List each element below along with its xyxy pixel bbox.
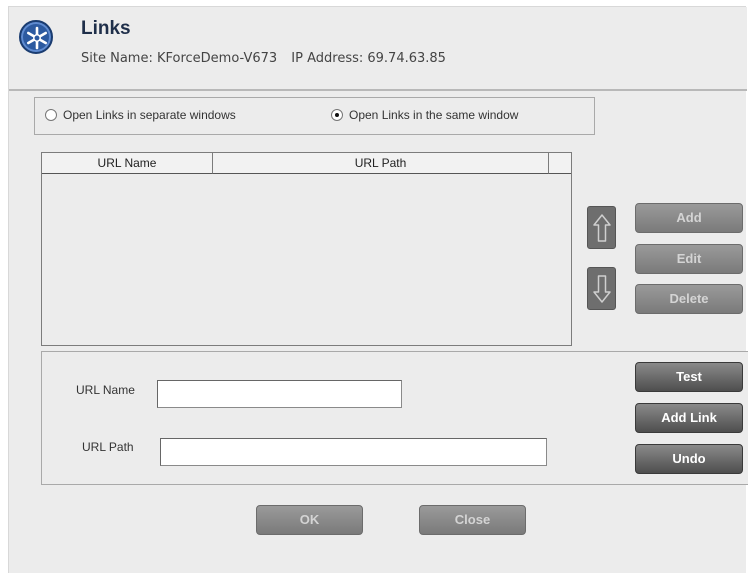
- page-title: Links: [81, 18, 131, 39]
- radio-circle[interactable]: [45, 109, 57, 121]
- column-header-url-name[interactable]: URL Name: [42, 153, 213, 174]
- move-up-button[interactable]: [587, 206, 616, 249]
- url-name-field[interactable]: [157, 380, 402, 408]
- site-name-text: Site Name: KForceDemo-V673: [81, 51, 278, 66]
- arrow-down-icon: [593, 275, 611, 303]
- add-link-button[interactable]: Add Link: [635, 403, 743, 433]
- radio-separate-windows-label: Open Links in separate windows: [63, 108, 236, 122]
- dialog-header: Links Site Name: KForceDemo-V673 IP Addr…: [9, 7, 747, 91]
- radio-same-window[interactable]: Open Links in the same window: [331, 108, 518, 122]
- undo-button[interactable]: Undo: [635, 444, 743, 474]
- delete-button[interactable]: Delete: [635, 284, 743, 314]
- radio-same-window-label: Open Links in the same window: [349, 108, 519, 122]
- edit-button[interactable]: Edit: [635, 244, 743, 274]
- move-down-button[interactable]: [587, 267, 616, 310]
- add-button[interactable]: Add: [635, 203, 743, 233]
- radio-separate-windows[interactable]: Open Links in separate windows: [45, 108, 236, 122]
- url-path-field[interactable]: [160, 438, 547, 466]
- ip-address-text: IP Address: 69.74.63.85: [291, 51, 446, 66]
- table-body[interactable]: [42, 176, 571, 345]
- site-info: Site Name: KForceDemo-V673 IP Address: 6…: [81, 51, 456, 66]
- arrow-up-icon: [593, 214, 611, 242]
- column-header-url-path[interactable]: URL Path: [213, 153, 549, 174]
- close-button[interactable]: Close: [419, 505, 526, 535]
- url-name-label: URL Name: [76, 383, 135, 397]
- test-button[interactable]: Test: [635, 362, 743, 392]
- column-header-filler: [549, 153, 571, 174]
- ok-button[interactable]: OK: [256, 505, 363, 535]
- links-table[interactable]: URL Name URL Path: [41, 152, 572, 346]
- table-header: URL Name URL Path: [42, 153, 571, 175]
- link-mode-group: Open Links in separate windows Open Link…: [34, 97, 595, 135]
- radio-circle-checked[interactable]: [331, 109, 343, 121]
- asterisk-logo-icon: [19, 20, 53, 54]
- links-dialog: Links Site Name: KForceDemo-V673 IP Addr…: [8, 6, 748, 573]
- url-path-label: URL Path: [82, 440, 134, 454]
